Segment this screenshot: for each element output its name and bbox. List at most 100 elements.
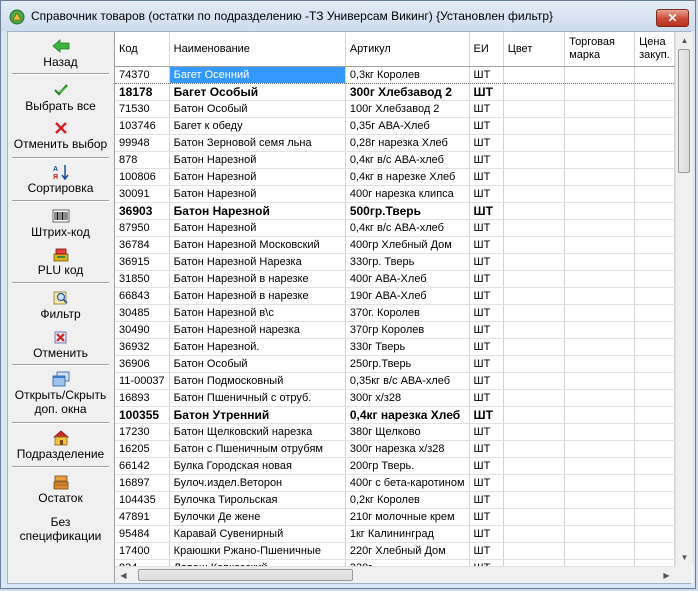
cell-article[interactable]: 300г х/з28 (345, 389, 470, 407)
cell-price[interactable] (634, 355, 675, 373)
cell-unit[interactable]: ШТ (469, 440, 504, 458)
column-header-article[interactable]: Артикул (345, 32, 470, 67)
cell-color[interactable] (503, 491, 566, 509)
no-spec-button[interactable]: Без спецификации (8, 514, 113, 543)
cell-unit[interactable]: ШТ (469, 542, 504, 560)
cell-brand[interactable] (564, 321, 636, 339)
cell-article[interactable]: 380г Щелково (345, 423, 470, 441)
cell-article[interactable]: 1кг Калининград (345, 525, 470, 543)
column-header-name[interactable]: Наименование (169, 32, 346, 67)
cell-color[interactable] (503, 525, 566, 543)
vertical-scrollbar[interactable]: ▲ ▼ (675, 32, 693, 566)
cell-name[interactable]: Батон Нарезной (169, 151, 346, 169)
cell-unit[interactable]: ШТ (469, 151, 504, 169)
cell-brand[interactable] (564, 440, 636, 458)
cell-brand[interactable] (564, 525, 636, 543)
cell-price[interactable] (634, 117, 675, 135)
cell-price[interactable] (634, 253, 675, 271)
cell-unit[interactable]: ШТ (469, 236, 504, 254)
cell-unit[interactable]: ШТ (469, 253, 504, 271)
table-row[interactable]: 66142 Булка Городская новая 200гр Тверь. ШТ (115, 457, 675, 475)
cell-name[interactable]: Батон Нарезной (169, 219, 346, 237)
cell-article[interactable]: 0,3кг Королев (345, 66, 470, 84)
cell-article[interactable]: 0,4кг в нарезке Хлеб (345, 168, 470, 186)
cell-article[interactable]: 400г АВА-Хлеб (345, 270, 470, 288)
cell-brand[interactable] (564, 66, 636, 84)
cell-unit[interactable]: ШТ (469, 83, 504, 101)
cell-price[interactable] (634, 542, 675, 560)
cell-color[interactable] (503, 406, 566, 424)
cell-brand[interactable] (564, 151, 636, 169)
cell-price[interactable] (634, 151, 675, 169)
cell-code[interactable]: 31850 (115, 270, 170, 288)
vertical-scroll-thumb[interactable] (678, 49, 690, 173)
cell-brand[interactable] (564, 406, 636, 424)
cell-brand[interactable] (564, 304, 636, 322)
cell-name[interactable]: Краюшки Ржано-Пшеничные (169, 542, 346, 560)
cell-color[interactable] (503, 134, 566, 152)
cell-color[interactable] (503, 372, 566, 390)
cell-color[interactable] (503, 542, 566, 560)
table-row[interactable]: 17400 Краюшки Ржано-Пшеничные 220г Хлебный… (115, 542, 675, 560)
toggle-windows-button[interactable]: Открыть/Скрыть доп. окна (8, 371, 113, 416)
cell-code[interactable]: 16897 (115, 474, 170, 492)
cell-article[interactable]: 0,28г нарезка Хлеб (345, 134, 470, 152)
cell-brand[interactable] (564, 491, 636, 509)
cell-article[interactable]: 200гр Тверь. (345, 457, 470, 475)
cell-code[interactable]: 30490 (115, 321, 170, 339)
cell-code[interactable]: 104435 (115, 491, 170, 509)
cell-unit[interactable]: ШТ (469, 321, 504, 339)
table-row[interactable]: 36903 Батон Нарезной 500гр.Тверь ШТ (115, 202, 675, 220)
cell-color[interactable] (503, 440, 566, 458)
stock-button[interactable]: Остаток (8, 474, 113, 505)
cell-article[interactable]: 0,2кг Королев (345, 491, 470, 509)
cell-color[interactable] (503, 66, 566, 84)
cell-price[interactable] (634, 474, 675, 492)
horizontal-scroll-thumb[interactable] (138, 569, 353, 581)
cell-article[interactable]: 0,35кг в/с АВА-хлеб (345, 372, 470, 390)
cell-article[interactable]: 370г. Королев (345, 304, 470, 322)
cell-code[interactable]: 17400 (115, 542, 170, 560)
cell-unit[interactable]: ШТ (469, 185, 504, 203)
cell-price[interactable] (634, 338, 675, 356)
plu-code-button[interactable]: PLU код (8, 246, 113, 277)
cell-color[interactable] (503, 423, 566, 441)
barcode-button[interactable]: Штрих-код (8, 208, 113, 239)
cell-code[interactable]: 30485 (115, 304, 170, 322)
table-row[interactable]: 18178 Багет Особый 300г Хлебзавод 2 ШТ (115, 83, 675, 101)
cell-code[interactable]: 30091 (115, 185, 170, 203)
cell-color[interactable] (503, 185, 566, 203)
cell-color[interactable] (503, 168, 566, 186)
cell-name[interactable]: Булка Городская новая (169, 457, 346, 475)
cell-unit[interactable]: ШТ (469, 474, 504, 492)
cell-article[interactable]: 500гр.Тверь (345, 202, 470, 220)
cell-price[interactable] (634, 440, 675, 458)
cell-price[interactable] (634, 185, 675, 203)
cell-unit[interactable]: ШТ (469, 389, 504, 407)
cell-name[interactable]: Батон Особый (169, 355, 346, 373)
cell-code[interactable]: 103746 (115, 117, 170, 135)
cell-unit[interactable]: ШТ (469, 457, 504, 475)
cell-code[interactable]: 36784 (115, 236, 170, 254)
cell-unit[interactable]: ШТ (469, 338, 504, 356)
cell-article[interactable]: 210г молочные крем (345, 508, 470, 526)
cell-code[interactable]: 36932 (115, 338, 170, 356)
cell-brand[interactable] (564, 457, 636, 475)
cell-name[interactable]: Батон Нарезной нарезка (169, 321, 346, 339)
cell-price[interactable] (634, 83, 675, 101)
cell-brand[interactable] (564, 83, 636, 101)
cell-brand[interactable] (564, 219, 636, 237)
scroll-right-icon[interactable]: ▶ (658, 567, 675, 583)
cell-brand[interactable] (564, 185, 636, 203)
cell-article[interactable]: 0,4кг в/с АВА-хлеб (345, 151, 470, 169)
table-row[interactable]: 36784 Батон Нарезной Московский 400гр Хлеб… (115, 236, 675, 254)
cell-article[interactable]: 0,4кг нарезка Хлеб (345, 406, 470, 424)
table-row[interactable]: 31850 Батон Нарезной в нарезке 400г АВА-Хл… (115, 270, 675, 288)
cell-name[interactable]: Батон Нарезной (169, 202, 346, 220)
back-button[interactable]: Назад (8, 38, 113, 69)
cell-code[interactable]: 36906 (115, 355, 170, 373)
products-grid[interactable]: Код Наименование Артикул ЕИ Цвет Торгова… (114, 32, 693, 583)
cell-brand[interactable] (564, 100, 636, 118)
table-row[interactable]: 66843 Батон Нарезной в нарезке 190г АВА-Хл… (115, 287, 675, 305)
cell-name[interactable]: Багет к обеду (169, 117, 346, 135)
